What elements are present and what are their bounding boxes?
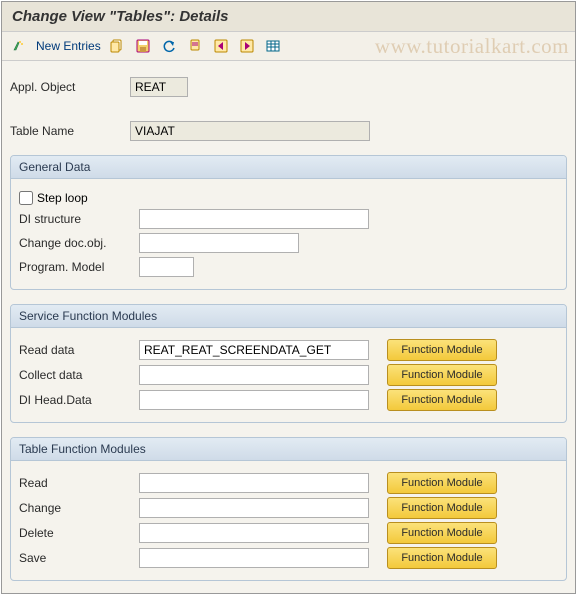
undo-icon[interactable] [159, 36, 179, 56]
save-icon[interactable] [133, 36, 153, 56]
read-data-fm-button[interactable]: Function Module [387, 339, 497, 361]
service-fm-header: Service Function Modules [11, 305, 566, 328]
delete-label: Delete [19, 526, 139, 540]
save-field[interactable] [139, 548, 369, 568]
change-doc-label: Change doc.obj. [19, 236, 139, 250]
body-area: Appl. Object Table Name General Data Ste… [2, 61, 575, 593]
program-model-label: Program. Model [19, 260, 139, 274]
prev-icon[interactable] [211, 36, 231, 56]
table-fm-group: Table Function Modules Read Function Mod… [10, 437, 567, 581]
save-fm-button[interactable]: Function Module [387, 547, 497, 569]
copy-icon[interactable] [107, 36, 127, 56]
collect-data-label: Collect data [19, 368, 139, 382]
appl-object-label: Appl. Object [10, 80, 130, 94]
read-label: Read [19, 476, 139, 490]
change-fm-button[interactable]: Function Module [387, 497, 497, 519]
table-name-field [130, 121, 370, 141]
next-icon[interactable] [237, 36, 257, 56]
change-doc-field[interactable] [139, 233, 299, 253]
delete-fm-button[interactable]: Function Module [387, 522, 497, 544]
watermark: www.tutorialkart.com [375, 34, 569, 59]
collect-data-fm-button[interactable]: Function Module [387, 364, 497, 386]
read-data-label: Read data [19, 343, 139, 357]
di-structure-label: DI structure [19, 212, 139, 226]
page-title: Change View "Tables": Details [2, 2, 575, 32]
di-head-data-label: DI Head.Data [19, 393, 139, 407]
collect-data-field[interactable] [139, 365, 369, 385]
toggle-icon[interactable] [10, 36, 30, 56]
table-name-label: Table Name [10, 124, 130, 138]
delete-icon[interactable] [185, 36, 205, 56]
change-label: Change [19, 501, 139, 515]
read-data-field[interactable] [139, 340, 369, 360]
delete-field[interactable] [139, 523, 369, 543]
service-fm-group: Service Function Modules Read data Funct… [10, 304, 567, 423]
change-field[interactable] [139, 498, 369, 518]
toolbar: New Entries www.tutorialkart.com [2, 32, 575, 61]
general-data-header: General Data [11, 156, 566, 179]
save-label: Save [19, 551, 139, 565]
read-field[interactable] [139, 473, 369, 493]
di-head-data-fm-button[interactable]: Function Module [387, 389, 497, 411]
appl-object-field [130, 77, 188, 97]
table-fm-header: Table Function Modules [11, 438, 566, 461]
di-head-data-field[interactable] [139, 390, 369, 410]
di-structure-field[interactable] [139, 209, 369, 229]
table-icon[interactable] [263, 36, 283, 56]
general-data-group: General Data Step loop DI structure Chan… [10, 155, 567, 290]
sap-window: Change View "Tables": Details New Entrie… [1, 1, 576, 594]
program-model-field[interactable] [139, 257, 194, 277]
step-loop-checkbox[interactable] [19, 191, 33, 205]
read-fm-button[interactable]: Function Module [387, 472, 497, 494]
step-loop-label: Step loop [37, 191, 88, 205]
new-entries-button[interactable]: New Entries [36, 39, 101, 53]
